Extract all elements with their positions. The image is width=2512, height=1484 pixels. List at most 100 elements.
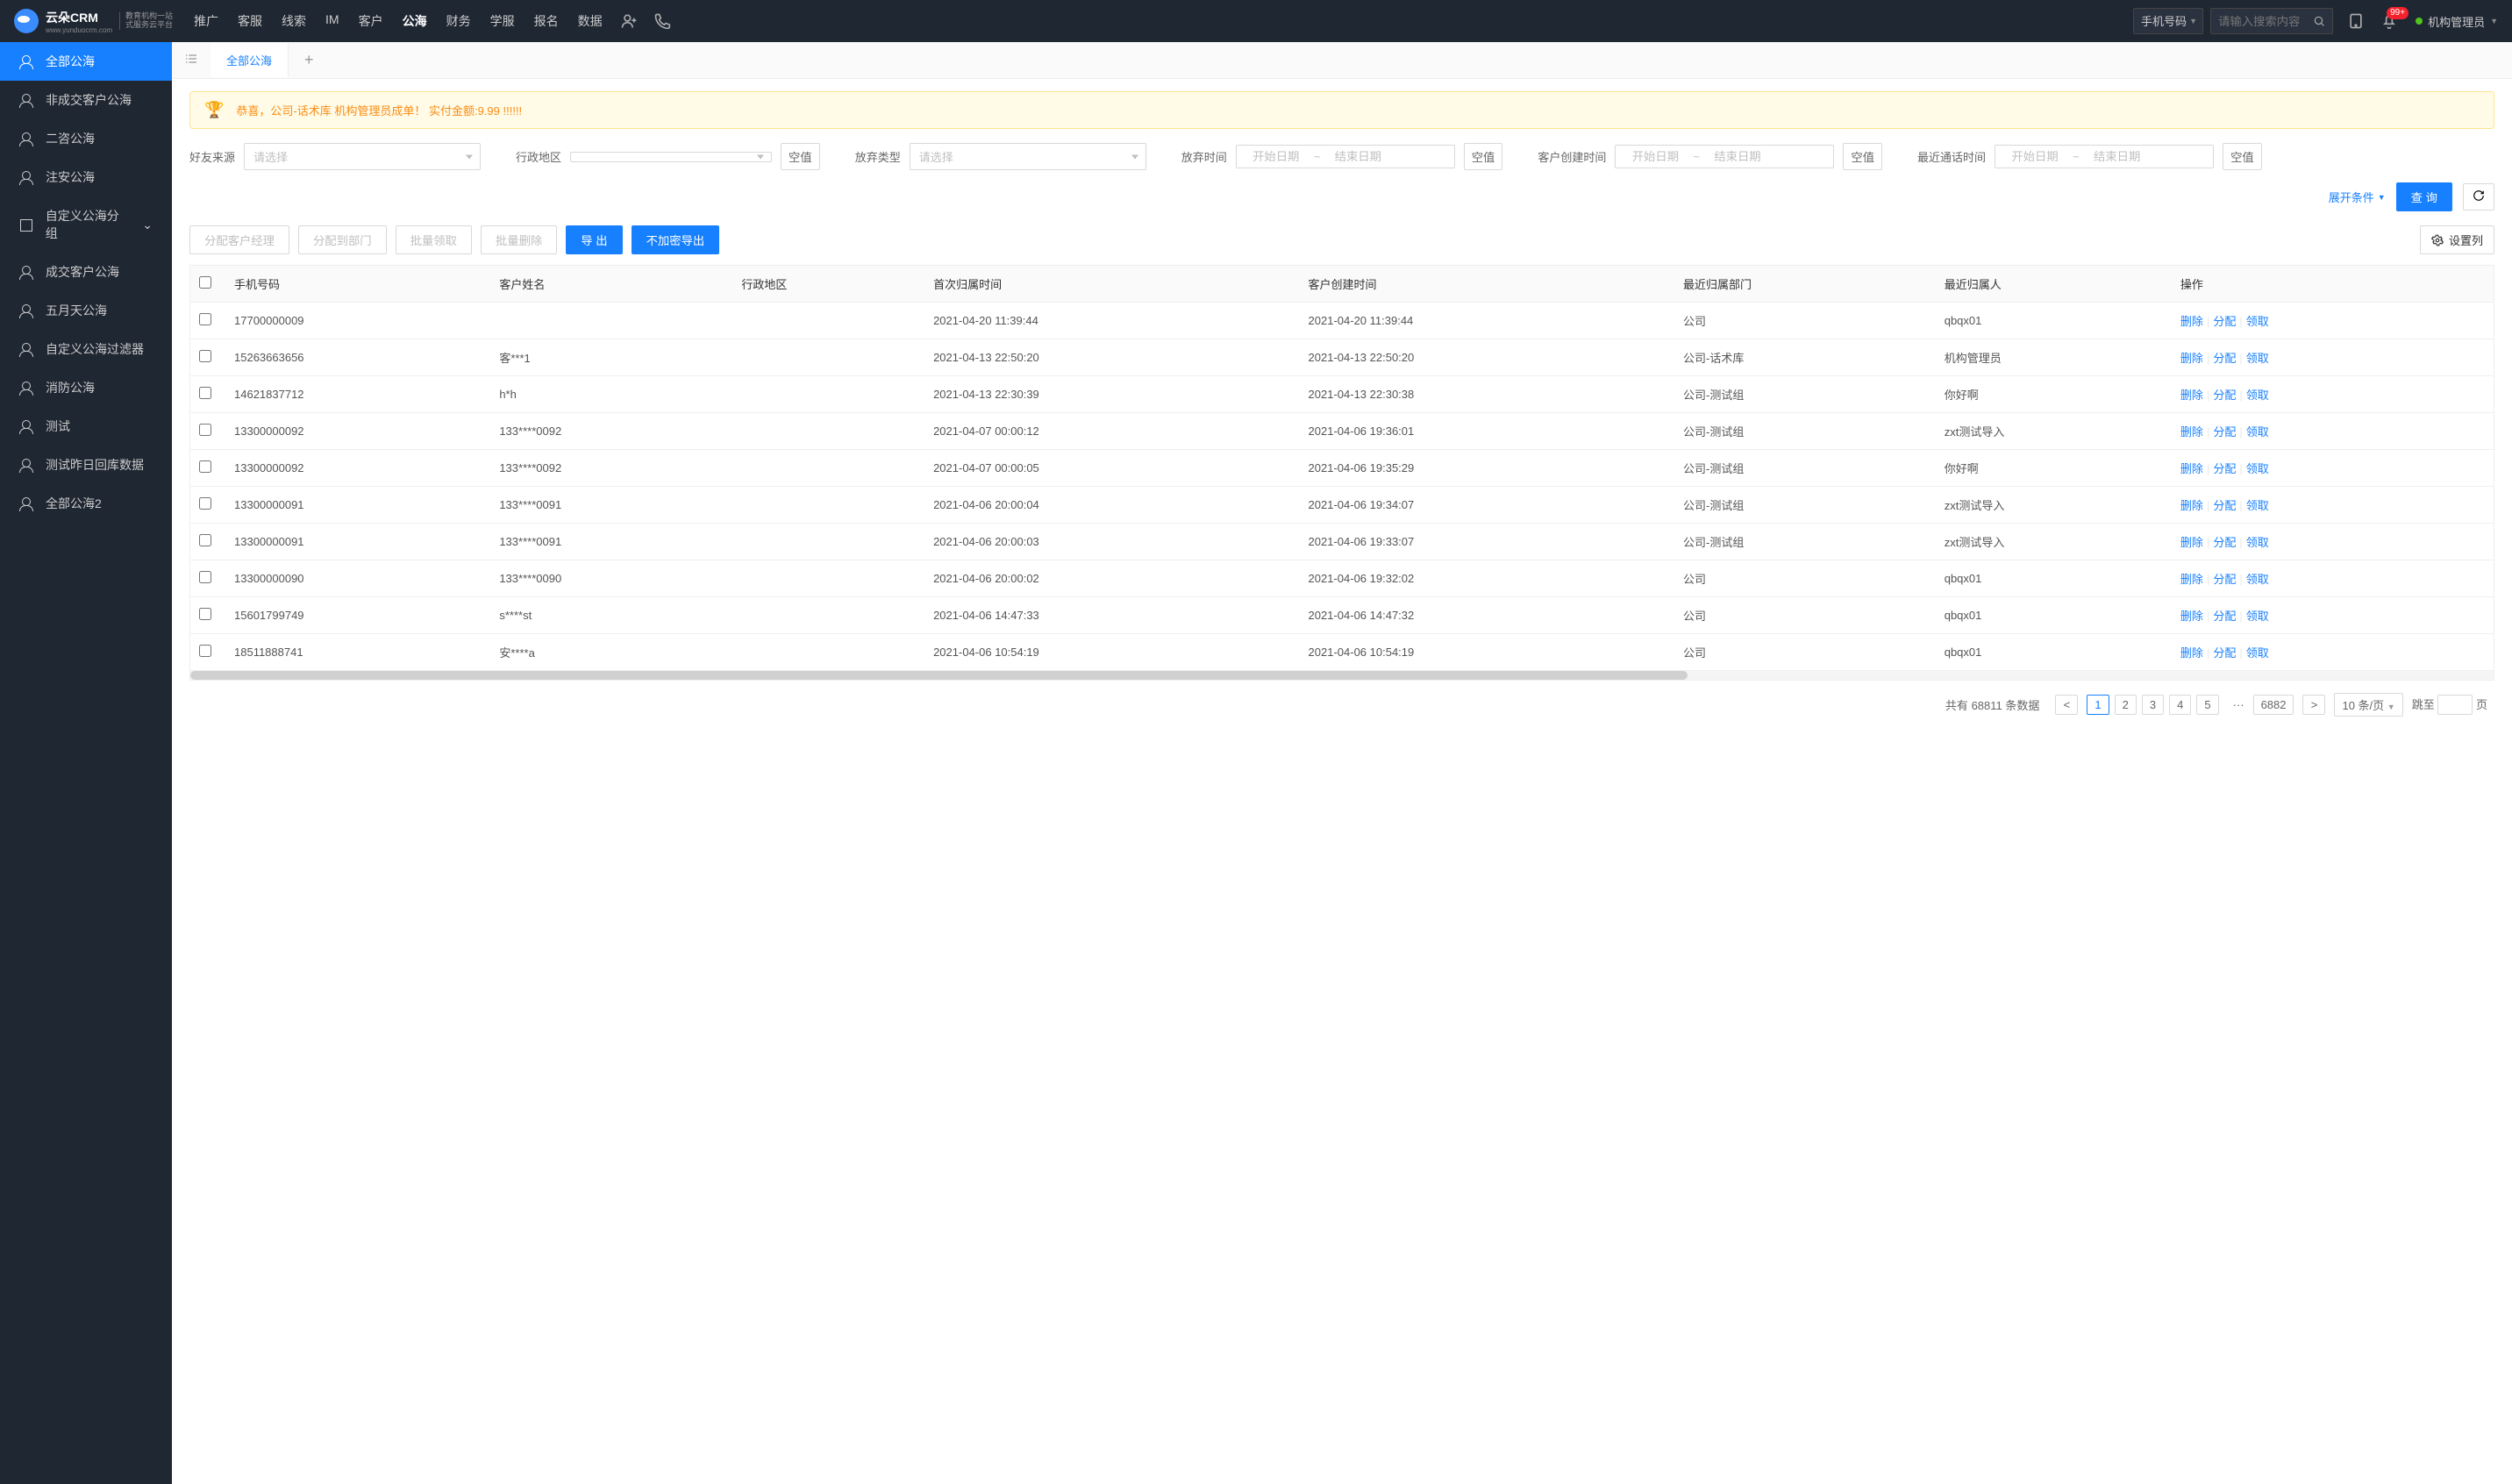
- last-call-null-button[interactable]: 空值: [2223, 143, 2262, 170]
- sidebar-item[interactable]: 消防公海: [0, 368, 172, 407]
- logo[interactable]: 云朵CRM www.yunduocrm.com 教育机构一站式服务云平台: [14, 9, 173, 34]
- row-assign[interactable]: 分配: [2213, 462, 2236, 475]
- tab-active[interactable]: 全部公海: [211, 43, 289, 77]
- row-checkbox[interactable]: [199, 313, 211, 325]
- nav-item[interactable]: IM: [325, 12, 339, 30]
- friend-source-select[interactable]: 请选择: [244, 143, 481, 170]
- row-checkbox[interactable]: [199, 534, 211, 546]
- sidebar-item[interactable]: 五月天公海: [0, 291, 172, 330]
- row-delete[interactable]: 删除: [2180, 610, 2203, 623]
- search-icon[interactable]: [2313, 14, 2325, 28]
- horizontal-scrollbar[interactable]: [190, 671, 2494, 680]
- row-checkbox[interactable]: [199, 608, 211, 620]
- phone-icon[interactable]: [653, 12, 671, 30]
- nav-item[interactable]: 财务: [446, 12, 471, 30]
- last-page[interactable]: 6882: [2253, 695, 2294, 715]
- row-checkbox[interactable]: [199, 424, 211, 436]
- user-add-icon[interactable]: [620, 12, 638, 30]
- row-claim[interactable]: 领取: [2246, 573, 2269, 586]
- row-delete[interactable]: 删除: [2180, 646, 2203, 660]
- prev-page[interactable]: <: [2055, 695, 2078, 715]
- row-claim[interactable]: 领取: [2246, 315, 2269, 328]
- nav-item[interactable]: 报名: [534, 12, 559, 30]
- row-assign[interactable]: 分配: [2213, 352, 2236, 365]
- region-null-button[interactable]: 空值: [781, 143, 820, 170]
- abandon-time-null-button[interactable]: 空值: [1464, 143, 1503, 170]
- sidebar-item[interactable]: 测试昨日回库数据: [0, 446, 172, 484]
- page-number[interactable]: 3: [2142, 695, 2164, 715]
- select-all-checkbox[interactable]: [199, 276, 211, 289]
- row-checkbox[interactable]: [199, 645, 211, 657]
- abandon-end[interactable]: [1327, 150, 1388, 163]
- row-assign[interactable]: 分配: [2213, 646, 2236, 660]
- last-call-range[interactable]: ~: [1995, 145, 2214, 168]
- row-checkbox[interactable]: [199, 571, 211, 583]
- page-number[interactable]: 4: [2169, 695, 2191, 715]
- row-claim[interactable]: 领取: [2246, 425, 2269, 439]
- row-claim[interactable]: 领取: [2246, 499, 2269, 512]
- user-menu[interactable]: 机构管理员 ▼: [2416, 13, 2498, 30]
- page-number[interactable]: 2: [2115, 695, 2137, 715]
- create-end[interactable]: [1707, 150, 1768, 163]
- page-number[interactable]: 5: [2196, 695, 2218, 715]
- row-claim[interactable]: 领取: [2246, 462, 2269, 475]
- refresh-button[interactable]: [2463, 183, 2494, 210]
- last-call-end[interactable]: [2087, 150, 2148, 163]
- sidebar-item[interactable]: 全部公海2: [0, 484, 172, 523]
- row-assign[interactable]: 分配: [2213, 315, 2236, 328]
- row-assign[interactable]: 分配: [2213, 499, 2236, 512]
- row-delete[interactable]: 删除: [2180, 389, 2203, 402]
- row-claim[interactable]: 领取: [2246, 536, 2269, 549]
- sidebar-item[interactable]: 测试: [0, 407, 172, 446]
- export-plain-button[interactable]: 不加密导出: [632, 225, 720, 254]
- row-assign[interactable]: 分配: [2213, 610, 2236, 623]
- row-delete[interactable]: 删除: [2180, 462, 2203, 475]
- abandon-start[interactable]: [1245, 150, 1307, 163]
- column-settings[interactable]: 设置列: [2420, 225, 2494, 254]
- query-button[interactable]: 查 询: [2396, 182, 2452, 211]
- row-checkbox[interactable]: [199, 497, 211, 510]
- tab-list-icon[interactable]: [172, 52, 211, 68]
- abandon-time-range[interactable]: ~: [1236, 145, 1455, 168]
- export-button[interactable]: 导 出: [566, 225, 622, 254]
- nav-item[interactable]: 公海: [403, 12, 427, 30]
- nav-item[interactable]: 线索: [282, 12, 306, 30]
- row-delete[interactable]: 删除: [2180, 499, 2203, 512]
- row-checkbox[interactable]: [199, 460, 211, 473]
- sidebar-item[interactable]: 自定义公海过滤器: [0, 330, 172, 368]
- sidebar-item[interactable]: 自定义公海分组⌄: [0, 196, 172, 253]
- last-call-start[interactable]: [2004, 150, 2066, 163]
- row-assign[interactable]: 分配: [2213, 389, 2236, 402]
- row-assign[interactable]: 分配: [2213, 536, 2236, 549]
- abandon-type-select[interactable]: 请选择: [910, 143, 1146, 170]
- nav-item[interactable]: 客服: [238, 12, 262, 30]
- jump-input[interactable]: [2437, 695, 2473, 715]
- row-claim[interactable]: 领取: [2246, 389, 2269, 402]
- row-assign[interactable]: 分配: [2213, 573, 2236, 586]
- batch-delete-button[interactable]: 批量删除: [481, 225, 557, 254]
- nav-item[interactable]: 推广: [194, 12, 218, 30]
- row-delete[interactable]: 删除: [2180, 536, 2203, 549]
- row-claim[interactable]: 领取: [2246, 610, 2269, 623]
- row-delete[interactable]: 删除: [2180, 573, 2203, 586]
- row-claim[interactable]: 领取: [2246, 646, 2269, 660]
- tab-add[interactable]: +: [289, 51, 330, 69]
- nav-item[interactable]: 客户: [359, 12, 383, 30]
- row-delete[interactable]: 删除: [2180, 315, 2203, 328]
- sidebar-item[interactable]: 全部公海: [0, 42, 172, 81]
- tablet-icon[interactable]: [2347, 12, 2365, 30]
- row-delete[interactable]: 删除: [2180, 352, 2203, 365]
- assign-manager-button[interactable]: 分配客户经理: [189, 225, 289, 254]
- sidebar-item[interactable]: 注安公海: [0, 158, 172, 196]
- search-type-select[interactable]: 手机号码 ▼: [2133, 8, 2203, 34]
- next-page[interactable]: >: [2302, 695, 2325, 715]
- row-delete[interactable]: 删除: [2180, 425, 2203, 439]
- expand-filters[interactable]: 展开条件 ▼: [2329, 189, 2386, 205]
- batch-claim-button[interactable]: 批量领取: [396, 225, 472, 254]
- page-number[interactable]: 1: [2087, 695, 2109, 715]
- search-input[interactable]: [2218, 15, 2313, 28]
- sidebar-item[interactable]: 成交客户公海: [0, 253, 172, 291]
- nav-item[interactable]: 数据: [578, 12, 603, 30]
- sidebar-item[interactable]: 二咨公海: [0, 119, 172, 158]
- row-claim[interactable]: 领取: [2246, 352, 2269, 365]
